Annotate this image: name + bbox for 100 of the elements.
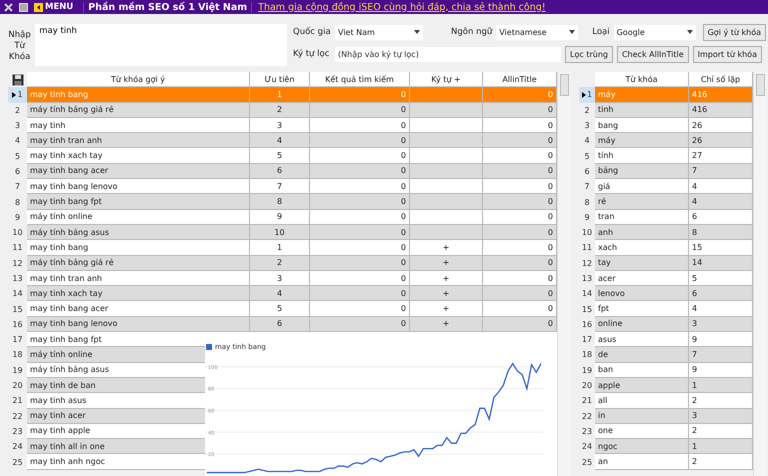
column-header[interactable]: Chỉ số lặp [689, 72, 753, 88]
priority-cell: 5 [250, 148, 310, 164]
close-icon[interactable] [4, 2, 13, 12]
dropdown[interactable]: Viet Nam [335, 24, 424, 40]
column-header[interactable]: Ký tự + [410, 72, 483, 88]
word-cell: rẻ [595, 194, 689, 210]
toolbar-button[interactable]: Import từ khóa [692, 46, 762, 62]
count-cell: 4 [689, 301, 753, 317]
count-cell: 9 [689, 332, 753, 348]
count-cell: 5 [689, 270, 753, 286]
keyword-cell: máy tính bảng asus [27, 224, 250, 240]
word-cell: xach [595, 240, 689, 256]
keyword-cell: may tinh bang fpt [27, 194, 250, 210]
row-pointer-icon [12, 92, 16, 98]
priority-cell: 3 [250, 270, 310, 286]
allintitle-cell: 0 [483, 301, 557, 317]
plus-cell: + [410, 240, 483, 256]
count-cell: 9 [689, 362, 753, 378]
column-header[interactable]: Từ khóa gợi ý [27, 72, 250, 88]
row-number[interactable]: 1 [8, 87, 27, 103]
word-cell: ban [595, 362, 689, 378]
results-cell: 0 [310, 87, 410, 103]
results-cell: 0 [310, 148, 410, 164]
count-cell: 416 [689, 87, 753, 103]
caret-icon[interactable] [414, 30, 420, 34]
priority-cell: 5 [250, 301, 310, 317]
count-cell: 7 [689, 164, 753, 180]
toolbar-button[interactable]: Lọc trùng [565, 46, 613, 62]
priority-cell: 6 [250, 164, 310, 180]
word-cell: tinh [595, 102, 689, 118]
allintitle-cell: 0 [483, 179, 557, 194]
keyword-input[interactable]: may tinh [35, 24, 288, 66]
keyword-cell: may tinh tran anh [27, 133, 250, 148]
language-label: Ngôn ngữ [451, 27, 492, 37]
filter-input[interactable]: (Nhập vào ký tự lọc) [335, 46, 562, 62]
keyword-cell: may tinh [27, 118, 250, 134]
row-pointer-icon [582, 92, 586, 98]
dropdown[interactable]: Vietnamese [496, 24, 578, 40]
plus-cell: + [410, 316, 483, 332]
word-cell: bang [595, 118, 689, 134]
keyword-cell: may tinh xach tay [27, 286, 250, 302]
word-cell: lenovo [595, 286, 689, 302]
keyword-cell: máy tính bảng giá rẻ [27, 102, 250, 118]
allintitle-cell: 0 [483, 256, 557, 271]
word-cell: an [595, 454, 689, 470]
scrollbar[interactable] [753, 72, 767, 476]
results-cell: 0 [310, 179, 410, 194]
suggest-button[interactable]: Gợi ý từ khóa [702, 24, 766, 40]
results-cell: 0 [310, 240, 410, 256]
count-cell: 2 [689, 424, 753, 440]
allintitle-cell: 0 [483, 194, 557, 210]
results-cell: 0 [310, 270, 410, 286]
count-cell: 2 [689, 454, 753, 470]
community-link[interactable]: Tham gia cộng đồng iSEO cùng hỏi đáp, chia sẻ thành công! [258, 2, 546, 12]
count-cell: 8 [689, 224, 753, 240]
word-cell: tay [595, 256, 689, 271]
word-cell: máy [595, 87, 689, 103]
app-title: Phần mềm SEO số 1 Việt Nam [83, 2, 252, 12]
allintitle-cell: 0 [483, 87, 557, 103]
results-cell: 0 [310, 194, 410, 210]
word-cell: apple [595, 378, 689, 394]
count-cell: 6 [689, 286, 753, 302]
count-cell: 4 [689, 194, 753, 210]
allintitle-cell: 0 [483, 224, 557, 240]
column-header[interactable]: Từ khóa [595, 72, 689, 88]
word-cell: online [595, 316, 689, 332]
minimize-icon[interactable] [19, 2, 28, 12]
priority-cell: 1 [250, 240, 310, 256]
column-header[interactable]: AllinTitle [483, 72, 557, 88]
allintitle-cell: 0 [483, 210, 557, 225]
word-cell: acer [595, 270, 689, 286]
toolbar-button[interactable]: Check AllInTitle [616, 46, 689, 62]
priority-cell: 2 [250, 256, 310, 271]
allintitle-cell: 0 [483, 270, 557, 286]
word-cell: anh [595, 224, 689, 240]
column-header[interactable]: Ưu tiên [250, 72, 310, 88]
column-header[interactable]: Kết quả tìm kiếm [310, 72, 410, 88]
priority-cell: 2 [250, 102, 310, 118]
scrollbar[interactable] [557, 72, 571, 476]
count-cell: 2 [689, 393, 753, 409]
count-cell: 1 [689, 378, 753, 394]
keyword-cell: máy tính bảng giá rẻ [27, 256, 250, 271]
caret-icon[interactable] [686, 30, 693, 34]
keyword-cell: may tinh bang acer [27, 164, 250, 180]
word-cell: bảng [595, 164, 689, 180]
dropdown[interactable]: Google [614, 24, 696, 40]
back-icon [34, 2, 43, 12]
results-cell: 0 [310, 224, 410, 240]
priority-cell: 4 [250, 286, 310, 302]
save-icon[interactable] [12, 74, 24, 86]
priority-cell: 6 [250, 316, 310, 332]
keyword-cell: máy tính online [27, 210, 250, 225]
word-cell: one [595, 424, 689, 440]
row-number[interactable]: 1 [579, 87, 595, 103]
results-cell: 0 [310, 286, 410, 302]
legend-swatch [206, 344, 212, 350]
priority-cell: 9 [250, 210, 310, 225]
results-cell: 0 [310, 164, 410, 180]
count-cell: 4 [689, 179, 753, 194]
caret-icon[interactable] [569, 30, 576, 34]
